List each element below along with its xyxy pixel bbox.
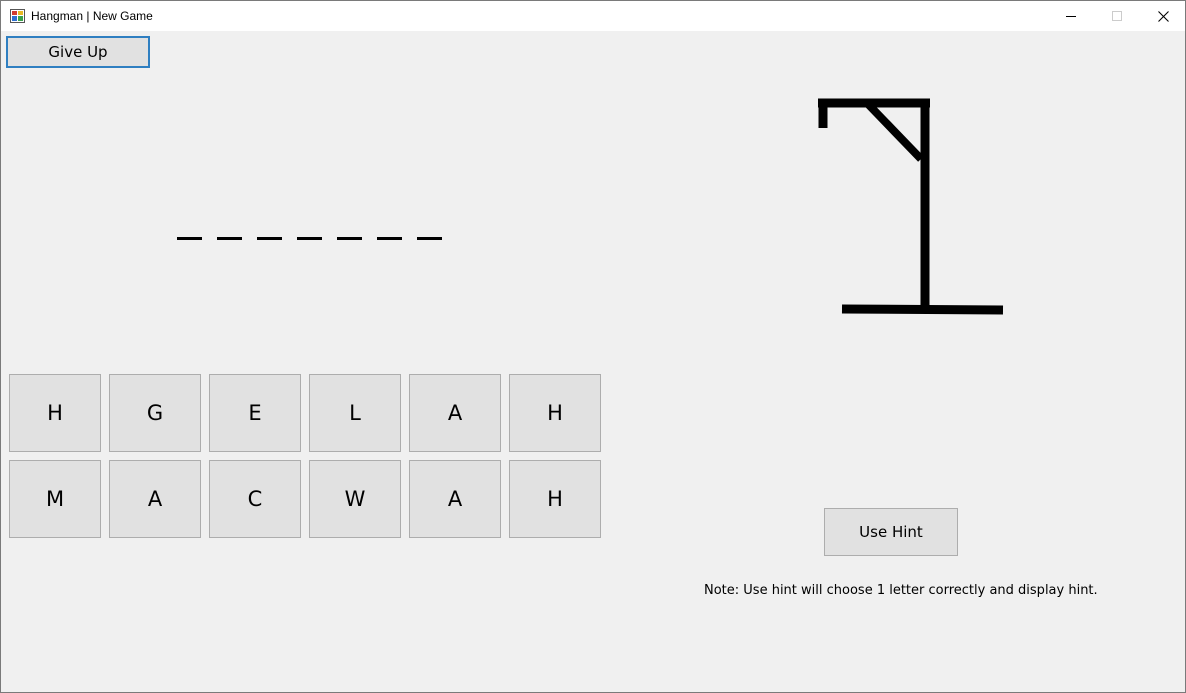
letter-button-a[interactable]: A — [409, 460, 501, 538]
title-bar[interactable]: Hangman | New Game — [1, 1, 1185, 31]
word-letter-slot — [297, 237, 322, 240]
letter-button-a[interactable]: A — [109, 460, 201, 538]
letter-button-a[interactable]: A — [409, 374, 501, 452]
word-letter-slot — [337, 237, 362, 240]
give-up-button[interactable]: Give Up — [6, 36, 150, 68]
word-letter-slot — [377, 237, 402, 240]
close-icon — [1157, 10, 1169, 22]
hint-note: Note: Use hint will choose 1 letter corr… — [704, 583, 1098, 598]
letter-button-h[interactable]: H — [509, 374, 601, 452]
use-hint-button[interactable]: Use Hint — [824, 508, 958, 556]
letter-button-h[interactable]: H — [9, 374, 101, 452]
gallows-brace — [864, 100, 924, 162]
app-window-icon — [10, 9, 25, 23]
minimize-icon — [1066, 16, 1076, 17]
window-title: Hangman | New Game — [31, 9, 153, 23]
letter-button-l[interactable]: L — [309, 374, 401, 452]
hangman-window: Hangman | New Game Give Up H G E L A H M… — [0, 0, 1186, 693]
letter-button-c[interactable]: C — [209, 460, 301, 538]
letter-button-h[interactable]: H — [509, 460, 601, 538]
game-area: Give Up H G E L A H M A C W A H Use Hint — [1, 31, 1185, 692]
word-letter-slot — [417, 237, 442, 240]
letter-button-g[interactable]: G — [109, 374, 201, 452]
gallows-base — [841, 304, 1004, 315]
letter-button-w[interactable]: W — [309, 460, 401, 538]
letter-button-e[interactable]: E — [209, 374, 301, 452]
word-letter-slot — [177, 237, 202, 240]
minimize-button[interactable] — [1048, 1, 1094, 31]
maximize-icon — [1112, 11, 1122, 21]
maximize-button[interactable] — [1094, 1, 1140, 31]
word-letter-slot — [257, 237, 282, 240]
close-button[interactable] — [1140, 1, 1186, 31]
letter-button-m[interactable]: M — [9, 460, 101, 538]
word-letter-slot — [217, 237, 242, 240]
